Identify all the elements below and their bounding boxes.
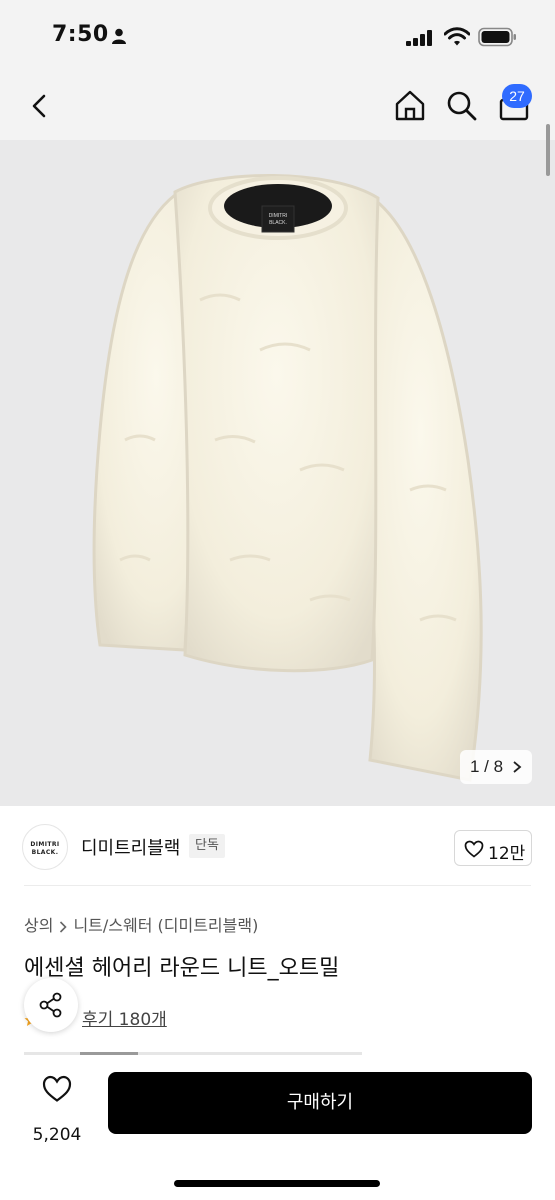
image-counter-text: 1 / 8 xyxy=(470,757,504,776)
product-like-count: 5,204 xyxy=(32,1125,82,1145)
back-button[interactable] xyxy=(22,88,58,124)
battery-icon xyxy=(478,27,518,51)
heart-icon xyxy=(42,1075,72,1102)
wifi-icon xyxy=(443,27,471,51)
person-icon xyxy=(111,28,127,48)
cart-count-badge: 27 xyxy=(502,84,532,108)
divider xyxy=(24,885,531,886)
brand-name[interactable]: 디미트리블랙 xyxy=(81,834,180,860)
home-icon xyxy=(395,90,425,121)
heart-icon xyxy=(464,840,484,858)
breadcrumb-item-top[interactable]: 상의 xyxy=(24,916,53,935)
chevron-right-icon xyxy=(513,761,522,773)
app-header xyxy=(0,70,555,140)
chevron-right-icon xyxy=(60,920,68,933)
breadcrumb: 상의 니트/스웨터 (디미트리블랙) xyxy=(24,912,258,936)
share-button[interactable] xyxy=(24,978,78,1032)
sweater-image: DIMITRI BLACK. xyxy=(0,140,555,806)
product-like-button[interactable]: 5,204 xyxy=(22,1073,92,1145)
brand-like-button[interactable]: 12만 xyxy=(454,830,532,866)
search-icon xyxy=(447,91,477,121)
brand-logo-line1: DIMITRI xyxy=(30,841,60,848)
bottom-action-bar: 5,204 구매하기 xyxy=(0,1055,555,1200)
brand-like-count: 12만 xyxy=(488,844,526,864)
breadcrumb-item-category[interactable]: 니트/스웨터 (디미트리블랙) xyxy=(73,916,258,935)
label-text-1: DIMITRI xyxy=(269,213,288,219)
product-title: 에센셜 헤어리 라운드 니트_오트밀 xyxy=(24,956,340,981)
buy-button[interactable]: 구매하기 xyxy=(108,1072,532,1134)
status-time: 7:50 xyxy=(52,22,109,47)
share-icon xyxy=(39,992,62,1018)
home-button[interactable] xyxy=(390,86,430,126)
home-indicator xyxy=(174,1180,380,1187)
review-link[interactable]: 후기 180개 xyxy=(82,1005,167,1030)
product-image[interactable]: DIMITRI BLACK. xyxy=(0,140,555,806)
back-arrow-icon xyxy=(32,94,46,118)
brand-logo[interactable]: DIMITRI BLACK. xyxy=(22,824,68,870)
page-scrollbar[interactable] xyxy=(546,124,550,176)
exclusive-badge: 단독 xyxy=(189,834,225,858)
status-bar: 7:50 xyxy=(0,0,555,70)
image-counter[interactable]: 1 / 8 xyxy=(460,750,532,784)
brand-row: DIMITRI BLACK. 디미트리블랙 단독 12만 xyxy=(0,806,555,886)
label-text-2: BLACK. xyxy=(269,220,287,226)
search-button[interactable] xyxy=(442,86,482,126)
cellular-signal-icon xyxy=(406,30,434,50)
brand-logo-line2: BLACK. xyxy=(31,849,59,856)
